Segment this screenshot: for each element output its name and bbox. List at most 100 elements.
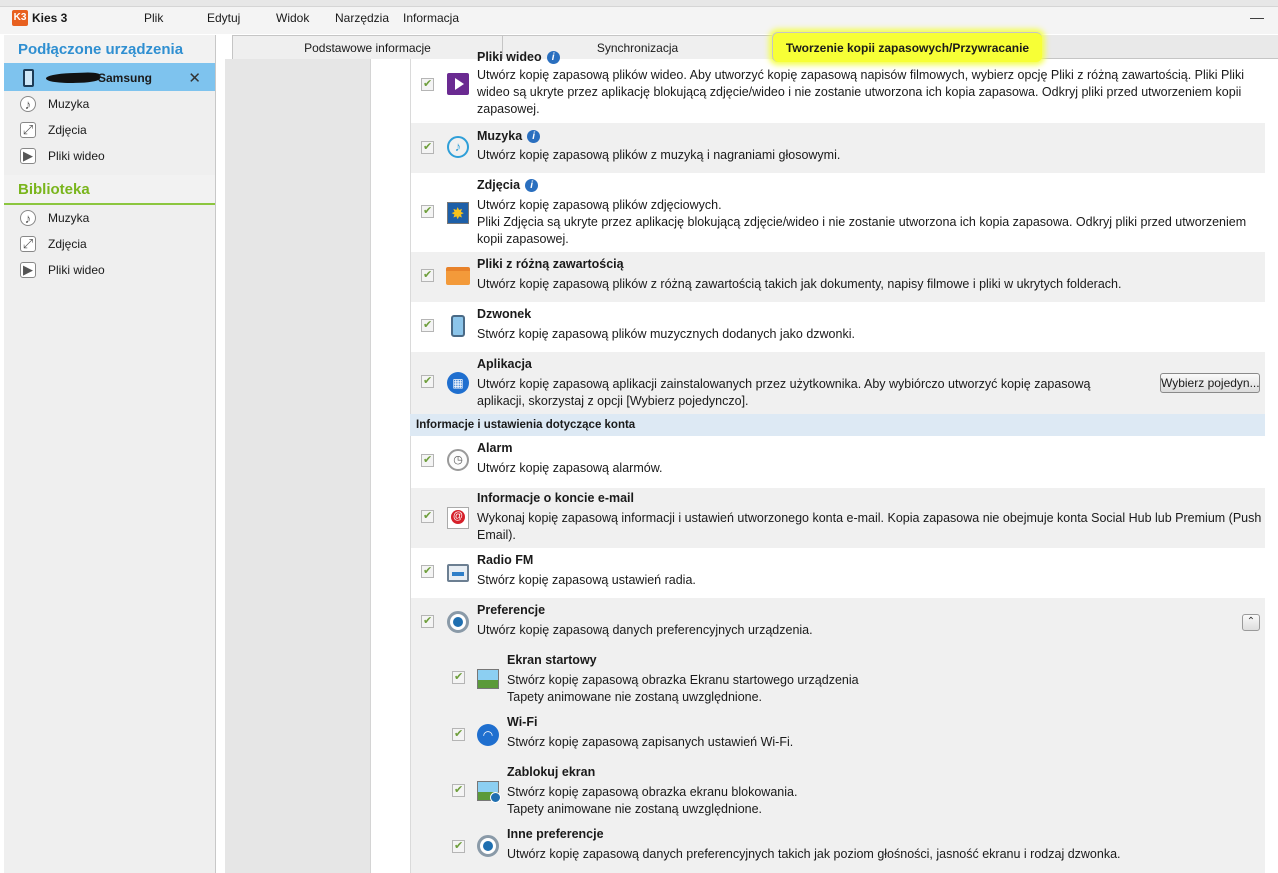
item-description: Stwórz kopię zapasową obrazka Ekranu sta… <box>507 673 859 687</box>
phone-icon <box>23 69 34 87</box>
backup-item-alarm[interactable]: ◷ Alarm Utwórz kopię zapasową alarmów. <box>410 436 1265 488</box>
device-name: Samsung <box>98 71 153 85</box>
sidebar-item-label: Pliki wideo <box>48 149 105 163</box>
sidebar-item-device-photos[interactable]: ⤢ Zdjęcia <box>4 117 215 143</box>
checkbox[interactable] <box>421 564 434 578</box>
item-description: Utwórz kopię zapasową plików wideo. Aby … <box>477 68 1244 116</box>
photos-icon: ⤢ <box>20 122 36 138</box>
backup-item-apps[interactable]: ▦ Aplikacja Utwórz kopię zapasową aplika… <box>410 352 1265 414</box>
checkbox[interactable] <box>421 374 434 388</box>
sidebar: Podłączone urządzenia Samsung ✕ ♪ Muzyka… <box>4 35 216 873</box>
settings-gear-icon <box>476 834 500 858</box>
backup-item-videos[interactable]: Pliki wideoi Utwórz kopię zapasową plikó… <box>410 50 1265 123</box>
info-icon[interactable]: i <box>546 51 560 64</box>
backup-subitem-wifi[interactable]: ◠ Wi-Fi Stwórz kopię zapasową zapisanych… <box>410 708 1265 760</box>
checkbox[interactable] <box>421 509 434 523</box>
music-icon: ♪ <box>20 210 36 226</box>
video-icon: ▶ <box>20 262 36 278</box>
backup-item-music[interactable]: ♪ Muzykai Utwórz kopię zapasową plików z… <box>410 123 1265 173</box>
tab-basic-info[interactable]: Podstawowe informacje <box>232 35 502 59</box>
item-description: Utwórz kopię zapasową danych preferencyj… <box>507 847 1121 861</box>
item-title: Radio FM <box>477 553 534 567</box>
alarm-clock-icon: ◷ <box>446 448 470 472</box>
item-description: Utwórz kopię zapasową danych preferencyj… <box>477 623 813 637</box>
backup-item-preferences[interactable]: Preferencje Utwórz kopię zapasową danych… <box>410 598 1265 646</box>
item-title: Ekran startowy <box>507 653 597 667</box>
device-row-samsung[interactable]: Samsung ✕ <box>4 65 215 91</box>
item-description: Stwórz kopię zapasową plików muzycznych … <box>477 327 855 341</box>
checkbox[interactable] <box>421 77 434 91</box>
window-top-strip <box>0 0 1278 7</box>
tab-bar: Podstawowe informacje Synchronizacja Two… <box>232 32 1278 62</box>
email-icon <box>446 506 470 530</box>
item-description: Utwórz kopię zapasową plików z różną zaw… <box>477 277 1122 291</box>
backup-item-mixed-files[interactable]: Pliki z różną zawartością Utwórz kopię z… <box>410 252 1265 302</box>
menu-edytuj[interactable]: Edytuj <box>207 11 240 25</box>
sidebar-item-library-photos[interactable]: ⤢ Zdjęcia <box>4 231 215 257</box>
settings-gear-icon <box>446 610 470 634</box>
checkbox[interactable] <box>421 268 434 282</box>
backup-item-photos[interactable]: Zdjęciai Utwórz kopię zapasową plików zd… <box>410 173 1265 252</box>
item-description: Stwórz kopię zapasową obrazka ekranu blo… <box>507 785 798 799</box>
backup-subitem-home-screen[interactable]: Ekran startowy Stwórz kopię zapasową obr… <box>410 646 1265 708</box>
connected-devices-header: Podłączone urządzenia <box>4 35 215 65</box>
sidebar-item-label: Muzyka <box>48 97 90 111</box>
item-description: Utwórz kopię zapasową plików zdjęciowych… <box>477 198 722 212</box>
account-section-header: Informacje i ustawienia dotyczące konta <box>410 414 1265 436</box>
sidebar-item-label: Pliki wideo <box>48 263 105 277</box>
sidebar-item-label: Muzyka <box>48 211 90 225</box>
item-title: Dzwonek <box>477 307 532 321</box>
menu-plik[interactable]: Plik <box>144 11 163 25</box>
tab-backup-restore[interactable]: Tworzenie kopii zapasowych/Przywracanie <box>772 32 1042 62</box>
sidebar-item-label: Zdjęcia <box>48 237 87 251</box>
item-description: Utwórz kopię zapasową alarmów. <box>477 461 663 475</box>
item-title: Preferencje <box>477 603 546 617</box>
backup-item-email[interactable]: Informacje o koncie e-mail Wykonaj kopię… <box>410 488 1265 548</box>
ringtone-phone-icon <box>446 314 470 338</box>
minimize-icon[interactable]: — <box>1250 9 1264 25</box>
backup-item-radio[interactable]: Radio FM Stwórz kopię zapasową ustawień … <box>410 548 1265 598</box>
menu-widok[interactable]: Widok <box>276 11 309 25</box>
checkbox[interactable] <box>452 783 465 797</box>
menu-informacja[interactable]: Informacja <box>403 11 459 25</box>
item-description: Utwórz kopię zapasową plików z muzyką i … <box>477 148 841 162</box>
sidebar-item-library-videos[interactable]: ▶ Pliki wideo <box>4 257 215 283</box>
checkbox[interactable] <box>421 318 434 332</box>
sidebar-item-device-music[interactable]: ♪ Muzyka <box>4 91 215 117</box>
app-title: Kies 3 <box>32 11 68 25</box>
checkbox[interactable] <box>452 839 465 853</box>
apps-grid-icon: ▦ <box>446 371 470 395</box>
checkbox[interactable] <box>421 453 434 467</box>
item-description-note: Tapety animowane nie zostaną uwzględnion… <box>507 802 763 816</box>
info-icon[interactable]: i <box>525 179 539 192</box>
backup-subitem-lock-screen[interactable]: Zablokuj ekran Stwórz kopię zapasową obr… <box>410 760 1265 822</box>
sidebar-item-device-videos[interactable]: ▶ Pliki wideo <box>4 143 215 169</box>
checkbox[interactable] <box>452 727 465 741</box>
item-description-note: Pliki Zdjęcia są ukryte przez aplikację … <box>477 215 1247 246</box>
sidebar-item-library-music[interactable]: ♪ Muzyka <box>4 205 215 231</box>
checkbox[interactable] <box>421 140 434 154</box>
menu-narzedzia[interactable]: Narzędzia <box>335 11 389 25</box>
item-title: Muzyka i <box>477 129 541 143</box>
redacted-device-name <box>45 72 101 84</box>
info-icon[interactable]: i <box>527 130 541 143</box>
item-title: Pliki wideo i <box>477 50 560 64</box>
item-title: Inne preferencje <box>507 827 604 841</box>
radio-icon <box>446 561 470 585</box>
title-bar: K3 Kies 3 Plik Edytuj Widok Narzędzia In… <box>0 0 1278 34</box>
disconnect-close-icon[interactable]: ✕ <box>188 69 201 87</box>
item-title: Pliki z różną zawartością <box>477 257 624 271</box>
photos-icon: ⤢ <box>20 236 36 252</box>
backup-item-ringtone[interactable]: Dzwonek Stwórz kopię zapasową plików muz… <box>410 302 1265 352</box>
checkbox[interactable] <box>421 204 434 218</box>
collapse-chevron-up-icon[interactable]: ⌃ <box>1242 614 1260 631</box>
photo-icon <box>446 201 470 225</box>
sidebar-item-label: Zdjęcia <box>48 123 87 137</box>
item-description: Wykonaj kopię zapasową informacji i usta… <box>477 511 1262 542</box>
folder-icon <box>446 264 470 288</box>
backup-subitem-other-preferences[interactable]: Inne preferencje Utwórz kopię zapasową d… <box>410 822 1265 873</box>
video-icon: ▶ <box>20 148 36 164</box>
choose-individually-button[interactable]: Wybierz pojedyn... <box>1160 373 1260 393</box>
checkbox[interactable] <box>452 670 465 684</box>
checkbox[interactable] <box>421 614 434 628</box>
